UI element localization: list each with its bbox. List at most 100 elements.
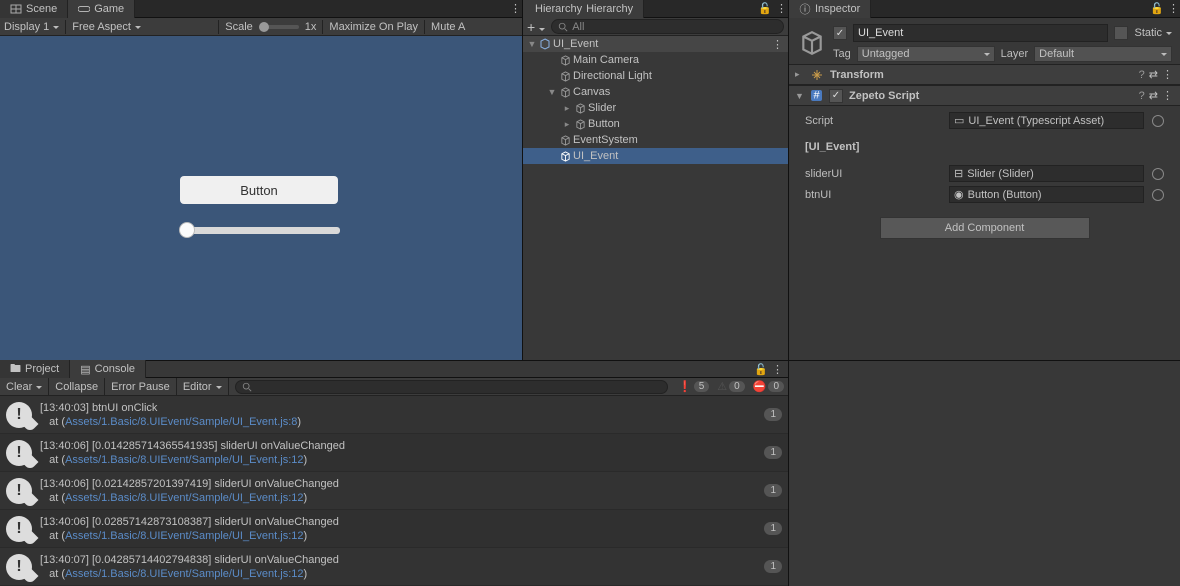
- tab-game-label: Game: [94, 3, 124, 15]
- clear-button[interactable]: Clear: [0, 378, 49, 396]
- object-field-slider[interactable]: ⊟ Slider (Slider): [949, 165, 1144, 182]
- game-ui-slider[interactable]: [182, 227, 340, 234]
- info-icon: !: [6, 478, 32, 504]
- inspector-icon: ⓘ: [799, 3, 811, 15]
- console-icon: ▤: [80, 363, 90, 376]
- hierarchy-item[interactable]: ▸Slider: [523, 100, 788, 116]
- hierarchy-scene-root[interactable]: ▼ UI_Event ⋮: [523, 36, 788, 52]
- log-entry[interactable]: ![13:40:07] [0.04285714402794838] slider…: [0, 548, 788, 586]
- tab-console[interactable]: ▤ Console: [70, 360, 146, 378]
- create-dropdown[interactable]: +: [527, 19, 545, 35]
- object-field-button[interactable]: ◉ Button (Button): [949, 186, 1144, 203]
- warn-count-toggle[interactable]: ⚠0: [713, 380, 748, 393]
- tab-project[interactable]: 🖿 Project: [0, 360, 70, 378]
- lock-icon[interactable]: 🔓: [758, 2, 772, 15]
- panel-menu-icon[interactable]: ⋮: [772, 363, 784, 376]
- game-icon: [78, 3, 90, 15]
- scene-icon: [10, 3, 22, 15]
- gameobject-icon: [559, 134, 571, 146]
- unity-icon: [539, 38, 551, 50]
- gameobject-icon: [574, 118, 586, 130]
- tab-scene-label: Scene: [26, 3, 57, 15]
- log-count: 1: [764, 446, 782, 459]
- help-icon[interactable]: ?: [1139, 69, 1145, 81]
- hierarchy-item[interactable]: ▼Canvas: [523, 84, 788, 100]
- gameobject-icon: [797, 28, 827, 58]
- hierarchy-item[interactable]: EventSystem: [523, 132, 788, 148]
- button-icon: ◉: [954, 188, 964, 201]
- info-icon: !: [6, 554, 32, 580]
- script-asset-icon: ▭: [954, 114, 964, 127]
- folder-icon: 🖿: [10, 360, 21, 379]
- mute-toggle[interactable]: Mute A: [431, 21, 465, 33]
- field-label: sliderUI: [805, 168, 945, 180]
- display-dropdown[interactable]: Display 1: [4, 21, 59, 33]
- component-menu-icon[interactable]: ⋮: [1162, 89, 1174, 102]
- log-entry[interactable]: ![13:40:06] [0.014285714365541935] slide…: [0, 434, 788, 472]
- script-label: Script: [805, 115, 945, 127]
- log-count: 1: [764, 484, 782, 497]
- panel-menu-icon[interactable]: ⋮: [510, 2, 522, 15]
- component-zepeto[interactable]: ▼ # Zepeto Script ?⇄⋮: [789, 85, 1180, 106]
- script-icon: #: [810, 89, 823, 102]
- scale-label: Scale: [225, 21, 253, 33]
- add-component-button[interactable]: Add Component: [880, 217, 1090, 239]
- hierarchy-item[interactable]: Directional Light: [523, 68, 788, 84]
- static-checkbox[interactable]: [1114, 26, 1128, 40]
- error-pause-toggle[interactable]: Error Pause: [105, 378, 177, 396]
- lock-icon[interactable]: 🔓: [1150, 2, 1164, 15]
- gameobject-icon: [559, 70, 571, 82]
- log-entry[interactable]: ![13:40:06] [0.02857142873108387] slider…: [0, 510, 788, 548]
- collapse-toggle[interactable]: Collapse: [49, 378, 105, 396]
- tab-inspector[interactable]: ⓘ Inspector: [789, 0, 871, 18]
- info-icon: !: [6, 402, 32, 428]
- active-checkbox[interactable]: [833, 26, 847, 40]
- hierarchy-search[interactable]: All: [551, 19, 784, 34]
- panel-menu-icon[interactable]: ⋮: [1168, 2, 1180, 15]
- preset-icon[interactable]: ⇄: [1149, 68, 1158, 81]
- layer-label: Layer: [1001, 48, 1029, 60]
- game-ui-button[interactable]: Button: [180, 176, 338, 204]
- log-entry[interactable]: ![13:40:03] btnUI onClick at (Assets/1.B…: [0, 396, 788, 434]
- preset-icon[interactable]: ⇄: [1149, 89, 1158, 102]
- scale-slider[interactable]: [259, 25, 299, 29]
- hierarchy-item-selected[interactable]: UI_Event: [523, 148, 788, 164]
- tag-dropdown[interactable]: Untagged: [857, 46, 995, 62]
- slider-icon: ⊟: [954, 167, 963, 180]
- component-transform[interactable]: ▸ Transform ?⇄⋮: [789, 64, 1180, 85]
- warn-icon: ⚠: [717, 380, 727, 393]
- lock-icon[interactable]: 🔓: [754, 363, 768, 376]
- help-icon[interactable]: ?: [1139, 90, 1145, 102]
- hierarchy-item[interactable]: ▸Button: [523, 116, 788, 132]
- script-field[interactable]: ▭ UI_Event (Typescript Asset): [949, 112, 1144, 129]
- hierarchy-item[interactable]: Main Camera: [523, 52, 788, 68]
- aspect-dropdown[interactable]: Free Aspect: [72, 21, 212, 33]
- layer-dropdown[interactable]: Default: [1034, 46, 1172, 62]
- console-search[interactable]: [235, 380, 668, 394]
- object-picker-icon[interactable]: [1152, 168, 1164, 180]
- tab-hierarchy[interactable]: Hierarchy Hierarchy: [523, 0, 644, 18]
- log-entry[interactable]: ![13:40:06] [0.02142857201397419] slider…: [0, 472, 788, 510]
- log-count: 1: [764, 560, 782, 573]
- panel-menu-icon[interactable]: ⋮: [776, 2, 788, 15]
- component-menu-icon[interactable]: ⋮: [1162, 68, 1174, 81]
- tab-scene[interactable]: Scene: [0, 0, 68, 18]
- info-count-toggle[interactable]: ❗5: [674, 380, 713, 393]
- tab-game[interactable]: Game: [68, 0, 135, 18]
- name-field[interactable]: [853, 24, 1108, 42]
- section-label: [UI_Event]: [805, 141, 859, 153]
- scene-menu-icon[interactable]: ⋮: [772, 38, 784, 51]
- static-dropdown[interactable]: Static: [1134, 27, 1172, 39]
- component-enable-checkbox[interactable]: [829, 89, 843, 103]
- editor-dropdown[interactable]: Editor: [177, 378, 229, 396]
- gameobject-icon: [574, 102, 586, 114]
- scale-value: 1x: [305, 21, 317, 33]
- object-picker-icon[interactable]: [1152, 189, 1164, 201]
- object-picker-icon[interactable]: [1152, 115, 1164, 127]
- log-count: 1: [764, 408, 782, 421]
- error-count-toggle[interactable]: ⛔0: [749, 380, 788, 393]
- game-view[interactable]: Button: [0, 36, 522, 360]
- tag-label: Tag: [833, 48, 851, 60]
- maximize-toggle[interactable]: Maximize On Play: [329, 21, 418, 33]
- log-count: 1: [764, 522, 782, 535]
